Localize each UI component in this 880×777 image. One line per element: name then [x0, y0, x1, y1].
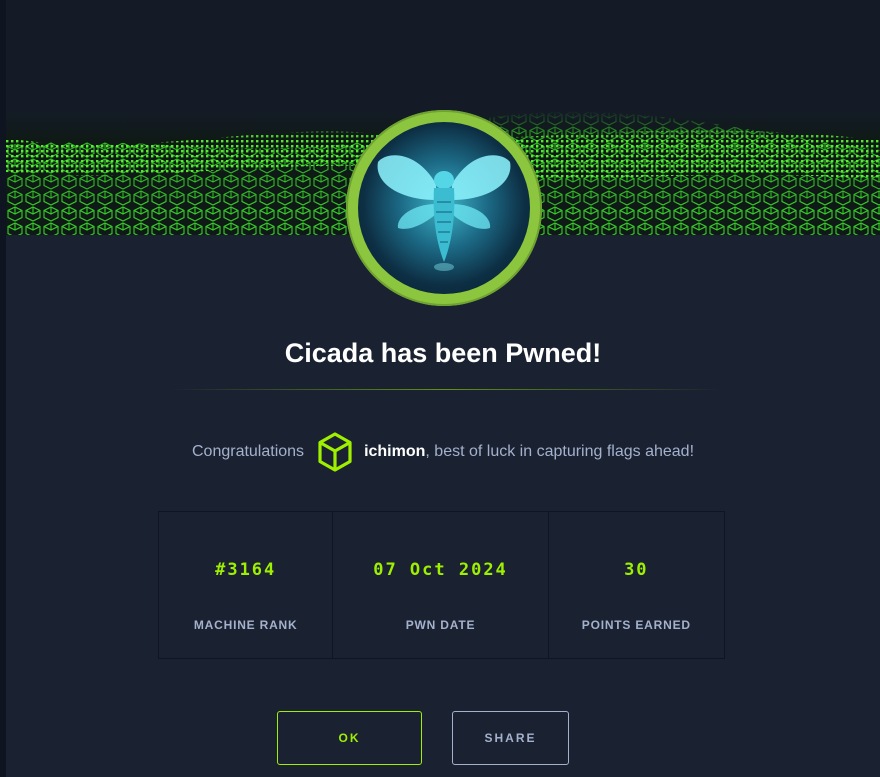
- badge-avatar: [358, 122, 530, 294]
- stat-value: 30: [624, 560, 649, 580]
- stat-pwn-date: 07 Oct 2024 PWN DATE: [332, 512, 547, 658]
- congrats-suffix: , best of luck in capturing flags ahead!: [425, 443, 695, 460]
- stat-value: 07 Oct 2024: [373, 560, 508, 580]
- stat-machine-rank: #3164 MACHINE RANK: [159, 512, 332, 658]
- cicada-icon: [377, 155, 511, 271]
- congrats-prefix: Congratulations: [191, 443, 305, 460]
- pwned-dialog: Cicada has been Pwned! Congratulations i…: [6, 0, 880, 777]
- title-divider: [171, 389, 721, 390]
- stat-points-earned: 30 POINTS EARNED: [547, 512, 724, 658]
- username: ichimon: [364, 443, 426, 460]
- stat-value: #3164: [215, 560, 277, 580]
- cube-icon: [318, 432, 352, 472]
- congrats-message: Congratulations ichimon , best of luck i…: [6, 431, 880, 473]
- ok-button[interactable]: OK: [277, 711, 422, 765]
- dialog-title: Cicada has been Pwned!: [284, 338, 602, 368]
- stat-label: MACHINE RANK: [193, 618, 298, 632]
- stats-table: #3164 MACHINE RANK 07 Oct 2024 PWN DATE …: [158, 511, 725, 659]
- dialog-top: [6, 0, 880, 110]
- machine-badge: [346, 110, 542, 306]
- stat-label: POINTS EARNED: [581, 618, 691, 632]
- stat-label: PWN DATE: [405, 618, 476, 632]
- share-button[interactable]: SHARE: [452, 711, 569, 765]
